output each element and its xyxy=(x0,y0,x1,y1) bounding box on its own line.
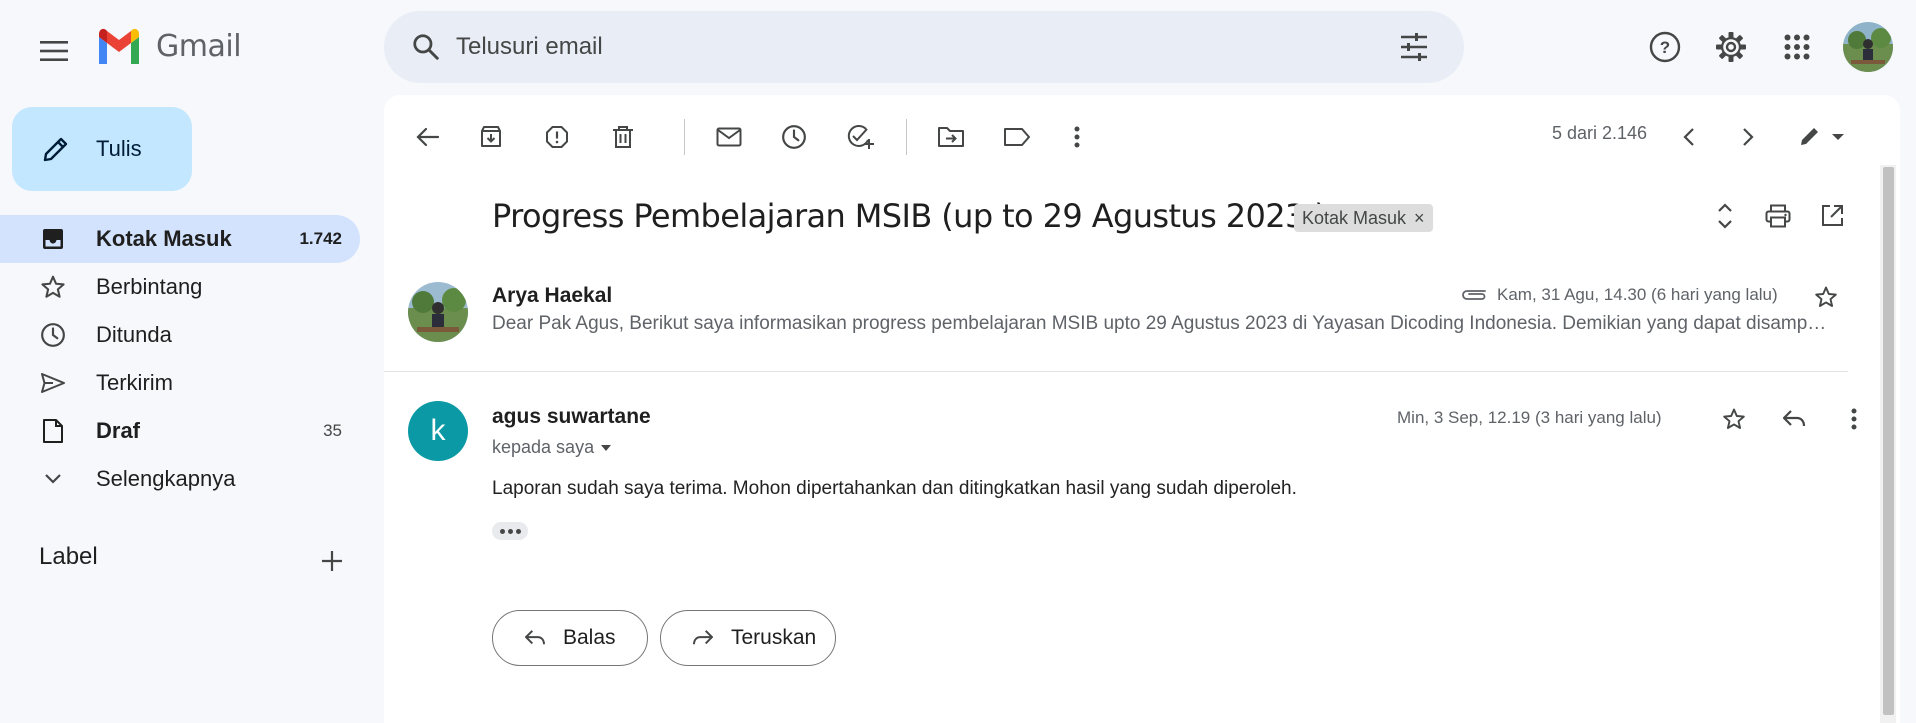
archive-icon[interactable] xyxy=(469,115,513,159)
remove-label-close-icon[interactable]: × xyxy=(1414,208,1425,229)
back-arrow-icon[interactable] xyxy=(406,115,450,159)
gmail-m-icon xyxy=(99,28,139,64)
apps-grid-icon[interactable] xyxy=(1771,21,1823,73)
more-vert-icon[interactable] xyxy=(1055,115,1099,159)
sender-avatar[interactable] xyxy=(408,282,468,342)
search-icon[interactable] xyxy=(402,23,450,71)
caret-down-icon xyxy=(601,444,612,451)
reply-label: Balas xyxy=(563,626,616,649)
sender-avatar-letter[interactable]: k xyxy=(408,401,468,461)
add-label-plus-icon[interactable] xyxy=(314,543,350,579)
newer-chevron-right-icon[interactable] xyxy=(1726,115,1770,159)
add-to-tasks-icon[interactable] xyxy=(838,115,882,159)
draft-icon xyxy=(38,416,68,446)
sidebar-item-snoozed[interactable]: Ditunda xyxy=(0,311,360,359)
attachment-paperclip-icon xyxy=(1461,285,1487,301)
email-subject: Progress Pembelajaran MSIB (up to 29 Agu… xyxy=(492,197,1327,235)
toolbar-divider xyxy=(684,119,685,155)
labels-header: Label xyxy=(39,543,98,570)
settings-gear-icon[interactable] xyxy=(1705,21,1757,73)
pencil-icon xyxy=(38,131,74,167)
gmail-logo[interactable]: Gmail xyxy=(96,28,242,64)
star-icon xyxy=(38,272,68,302)
sidebar-item-label: Ditunda xyxy=(96,322,172,347)
message-snippet[interactable]: Dear Pak Agus, Berikut saya informasikan… xyxy=(492,313,1832,335)
forward-arrow-icon xyxy=(689,624,717,652)
sidebar-nav: Kotak Masuk 1.742 Berbintang Ditunda Ter… xyxy=(0,215,360,503)
message-date: Min, 3 Sep, 12.19 (3 hari yang lalu) xyxy=(1397,408,1662,427)
sidebar-item-starred[interactable]: Berbintang xyxy=(0,263,360,311)
sidebar-item-label: Terkirim xyxy=(96,370,173,395)
sender-name[interactable]: Arya Haekal xyxy=(492,284,612,308)
sidebar-item-label: Kotak Masuk xyxy=(96,226,232,251)
account-avatar[interactable] xyxy=(1843,22,1893,72)
message-divider xyxy=(384,371,1848,372)
clock-icon xyxy=(38,320,68,350)
hamburger-icon xyxy=(40,41,68,61)
send-icon xyxy=(38,368,68,398)
compose-label: Tulis xyxy=(96,136,142,161)
more-vert-icon[interactable] xyxy=(1832,397,1876,441)
sidebar-item-count: 1.742 xyxy=(299,229,342,248)
print-icon[interactable] xyxy=(1758,196,1798,236)
label-chip-text: Kotak Masuk xyxy=(1302,207,1407,228)
report-spam-icon[interactable] xyxy=(535,115,579,159)
expand-all-unfold-icon[interactable] xyxy=(1705,196,1745,236)
reply-button[interactable]: Balas xyxy=(492,610,648,666)
reply-arrow-icon[interactable] xyxy=(1772,397,1816,441)
search-options-icon[interactable] xyxy=(1388,21,1440,73)
reply-arrow-icon xyxy=(521,624,549,652)
svg-text:?: ? xyxy=(1660,38,1670,57)
star-message-icon[interactable] xyxy=(1712,397,1756,441)
older-chevron-left-icon[interactable] xyxy=(1667,115,1711,159)
pagination-text: 5 dari 2.146 xyxy=(1552,123,1648,143)
search-bar[interactable] xyxy=(384,11,1464,83)
search-input[interactable] xyxy=(456,33,1388,61)
forward-label: Teruskan xyxy=(731,626,817,649)
input-tools-pen-icon[interactable] xyxy=(1792,115,1852,159)
snooze-clock-icon[interactable] xyxy=(772,115,816,159)
message-view: 5 dari 2.146 Progress Pembelajaran MSIB … xyxy=(384,95,1900,723)
show-trimmed-content-button[interactable] xyxy=(492,522,528,540)
main-menu-button[interactable] xyxy=(30,27,78,75)
sidebar-item-drafts[interactable]: Draf 35 xyxy=(0,407,360,455)
sidebar-item-more[interactable]: Selengkapnya xyxy=(0,455,360,503)
gmail-wordmark: Gmail xyxy=(156,28,242,64)
forward-button[interactable]: Teruskan xyxy=(660,610,836,666)
inbox-icon xyxy=(38,224,68,254)
sidebar-item-count: 35 xyxy=(323,421,342,440)
recipients-text: kepada saya xyxy=(492,437,595,457)
scrollbar-thumb[interactable] xyxy=(1883,167,1894,715)
message-body: Laporan sudah saya terima. Mohon diperta… xyxy=(492,478,1297,499)
delete-trash-icon[interactable] xyxy=(601,115,645,159)
label-tag-icon[interactable] xyxy=(995,115,1039,159)
sidebar-item-label: Draf xyxy=(96,418,141,443)
compose-button[interactable]: Tulis xyxy=(12,107,192,191)
mark-unread-mail-icon[interactable] xyxy=(707,115,751,159)
chevron-down-icon xyxy=(38,464,68,494)
move-to-folder-icon[interactable] xyxy=(929,115,973,159)
sidebar-item-inbox[interactable]: Kotak Masuk 1.742 xyxy=(0,215,360,263)
recipients-dropdown[interactable]: kepada saya xyxy=(492,437,612,458)
sidebar-item-sent[interactable]: Terkirim xyxy=(0,359,360,407)
label-chip-inbox[interactable]: Kotak Masuk × xyxy=(1294,204,1433,232)
open-in-new-window-icon[interactable] xyxy=(1812,196,1852,236)
toolbar-divider xyxy=(906,119,907,155)
sidebar-item-label: Berbintang xyxy=(96,274,203,299)
help-icon[interactable]: ? xyxy=(1639,21,1691,73)
message-date: Kam, 31 Agu, 14.30 (6 hari yang lalu) xyxy=(1497,285,1778,304)
sidebar-item-label: Selengkapnya xyxy=(96,466,236,491)
sender-name[interactable]: agus suwartane xyxy=(492,405,651,429)
